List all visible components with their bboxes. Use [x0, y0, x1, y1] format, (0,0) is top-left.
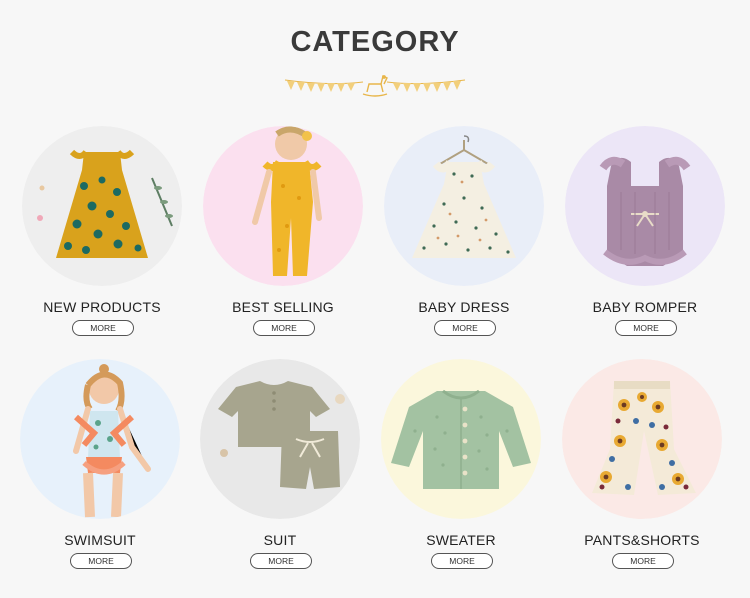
more-button[interactable]: MORE	[612, 553, 674, 569]
pants-shorts-image[interactable]	[562, 359, 722, 519]
best-selling-image[interactable]	[203, 126, 363, 286]
category-label: BABY DRESS	[418, 299, 510, 315]
category-label: SWIMSUIT	[64, 532, 136, 548]
category-label: SUIT	[263, 532, 297, 548]
category-label: SWEATER	[426, 532, 496, 548]
category-card-suit[interactable]: SUIT MORE	[180, 359, 360, 579]
category-card-swimsuit[interactable]: SWIMSUIT MORE	[0, 359, 180, 579]
category-card-baby-dress[interactable]: BABY DRESS MORE	[364, 126, 544, 346]
category-label: PANTS&SHORTS	[584, 532, 700, 548]
suit-image[interactable]	[200, 359, 360, 519]
baby-romper-image[interactable]	[565, 126, 725, 286]
more-button[interactable]: MORE	[70, 553, 132, 569]
swimsuit-image[interactable]	[20, 359, 180, 519]
category-label: NEW PRODUCTS	[43, 299, 161, 315]
category-label: BABY ROMPER	[592, 299, 698, 315]
more-button[interactable]: MORE	[253, 320, 315, 336]
more-button[interactable]: MORE	[431, 553, 493, 569]
bunting-rocking-horse-icon	[284, 74, 466, 97]
category-card-sweater[interactable]: SWEATER MORE	[361, 359, 541, 579]
category-card-pants-shorts[interactable]: PANTS&SHORTS MORE	[542, 359, 722, 579]
page-title: CATEGORY	[290, 26, 460, 58]
sweater-image[interactable]	[381, 359, 541, 519]
baby-dress-image[interactable]	[384, 126, 544, 286]
category-label: BEST SELLING	[232, 299, 334, 315]
category-card-new-products[interactable]: NEW PRODUCTS MORE	[2, 126, 182, 346]
more-button[interactable]: MORE	[250, 553, 312, 569]
more-button[interactable]: MORE	[615, 320, 677, 336]
more-button[interactable]: MORE	[72, 320, 134, 336]
category-card-baby-romper[interactable]: BABY ROMPER MORE	[545, 126, 725, 346]
category-card-best-selling[interactable]: BEST SELLING MORE	[183, 126, 363, 346]
more-button[interactable]: MORE	[434, 320, 496, 336]
new-products-image[interactable]	[22, 126, 182, 286]
